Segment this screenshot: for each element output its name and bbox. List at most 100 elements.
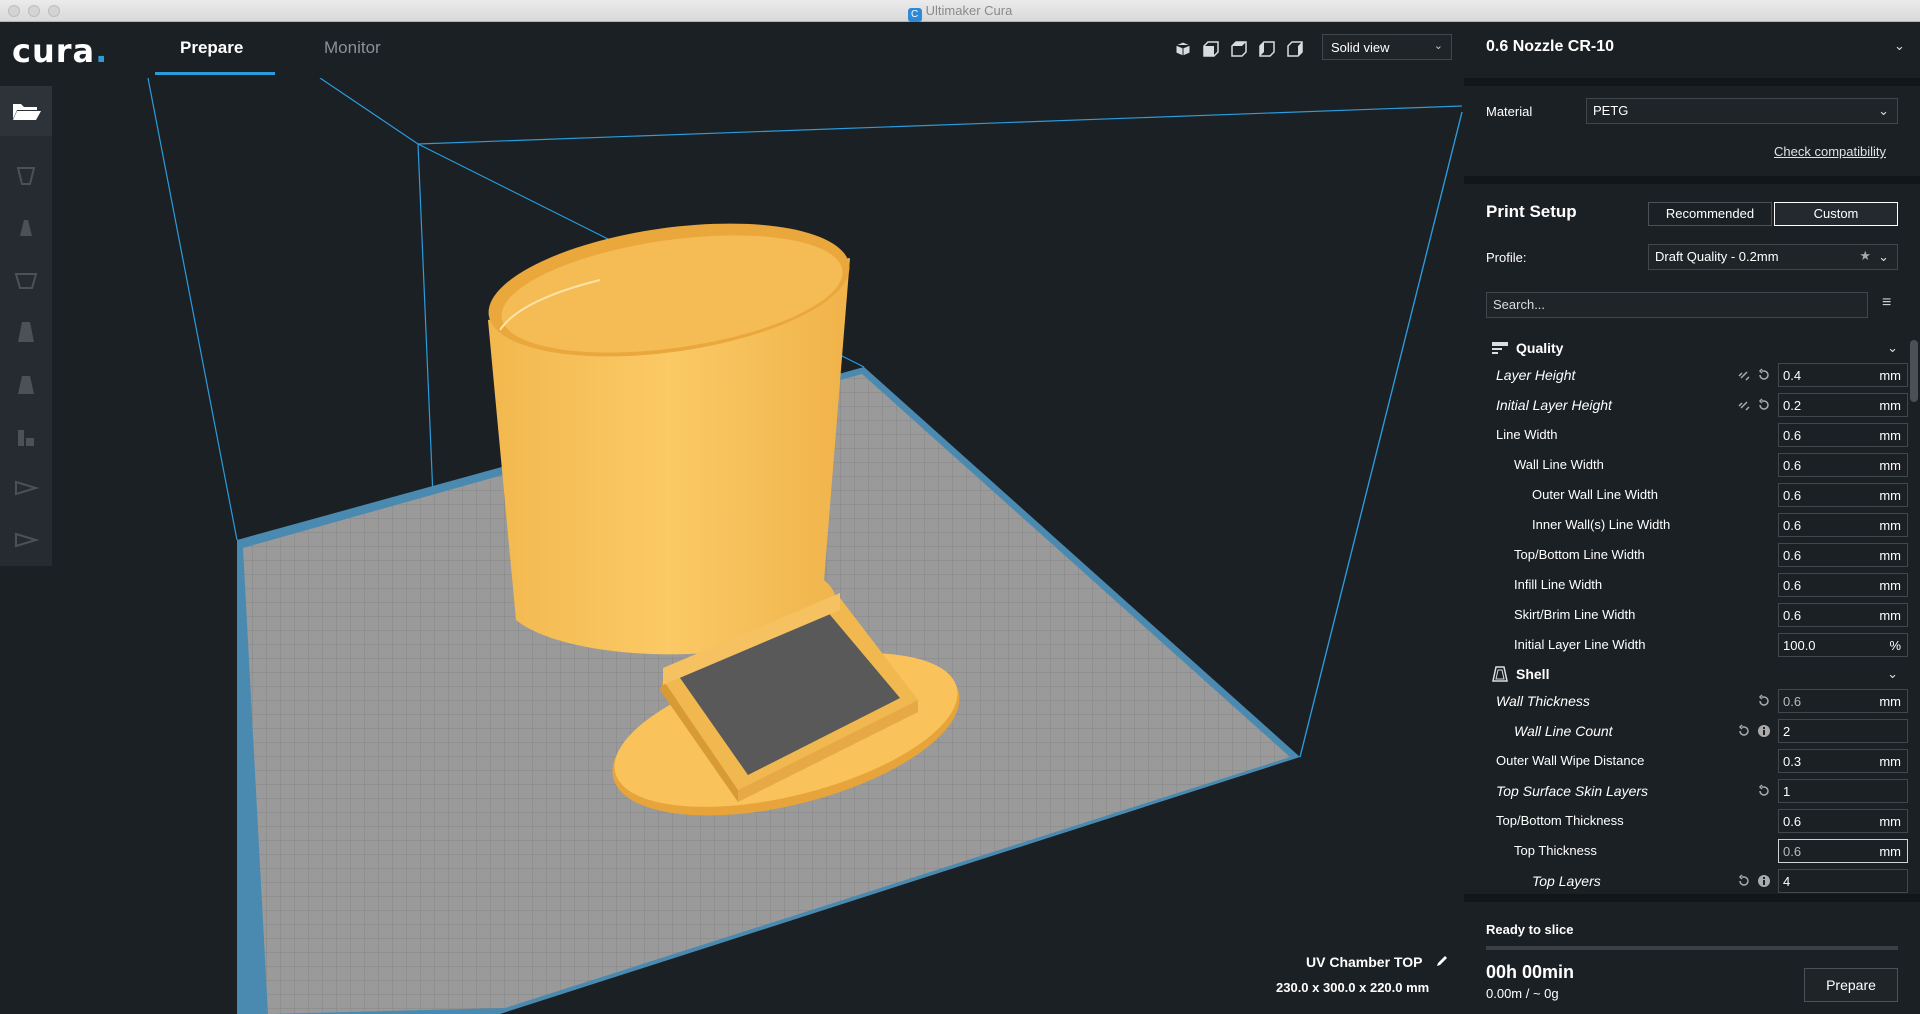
setting-value-input[interactable]: 4: [1778, 869, 1908, 893]
setting-row[interactable]: Layer Height 0.4 mm: [1478, 360, 1918, 390]
3d-viewport[interactable]: UV Chamber TOP 230.0 x 300.0 x 220.0 mm: [52, 77, 1464, 1014]
reset-icon[interactable]: [1756, 693, 1772, 709]
left-view-icon[interactable]: [1258, 40, 1276, 58]
reset-icon[interactable]: [1756, 783, 1772, 799]
shell-icon: [1492, 666, 1508, 682]
setting-value-input[interactable]: 2: [1778, 719, 1908, 743]
reset-icon[interactable]: [1756, 367, 1772, 383]
model-cylinder[interactable]: [480, 203, 858, 655]
prepare-slice-button[interactable]: Prepare: [1804, 968, 1898, 1002]
profile-dropdown[interactable]: Draft Quality - 0.2mm ★ ⌄: [1648, 244, 1898, 270]
model-name-label: UV Chamber TOP: [1306, 954, 1423, 970]
build-volume-scene[interactable]: [52, 77, 1464, 1014]
link-icon[interactable]: [1736, 367, 1752, 383]
play-icon[interactable]: [10, 524, 42, 556]
cura-logo: cura.: [12, 32, 109, 70]
chevron-down-icon: ⌄: [1887, 340, 1898, 355]
panel-divider: [1464, 894, 1920, 902]
star-icon[interactable]: ★: [1859, 248, 1871, 264]
reset-icon[interactable]: [1736, 723, 1752, 739]
setting-row[interactable]: Inner Wall(s) Line Width 0.6 mm: [1478, 510, 1918, 540]
setting-value-input[interactable]: 0.6 mm: [1778, 423, 1908, 447]
folder-open-icon: [13, 104, 41, 120]
setting-value-input[interactable]: 0.2 mm: [1778, 393, 1908, 417]
setting-row[interactable]: Wall Thickness 0.6 mm: [1478, 686, 1918, 716]
open-file-button[interactable]: [0, 86, 52, 136]
scale-tool-icon[interactable]: [10, 212, 42, 244]
top-view-icon[interactable]: [1230, 40, 1248, 58]
setting-value-input[interactable]: 0.6 mm: [1778, 689, 1908, 713]
printer-selector[interactable]: 0.6 Nozzle CR-10: [1486, 38, 1614, 56]
print-setup-title: Print Setup: [1486, 202, 1577, 221]
per-model-settings-icon[interactable]: [10, 368, 42, 400]
chevron-down-icon[interactable]: ⌄: [1894, 38, 1905, 54]
setting-row[interactable]: Initial Layer Height 0.2 mm: [1478, 390, 1918, 420]
quality-icon: [1492, 342, 1508, 354]
mirror-tool-icon[interactable]: [10, 316, 42, 348]
setting-value-input[interactable]: 0.6 mm: [1778, 603, 1908, 627]
recommended-mode-button[interactable]: Recommended: [1648, 202, 1772, 226]
setting-row[interactable]: Outer Wall Line Width 0.6 mm: [1478, 480, 1918, 510]
support-blocker-icon[interactable]: [10, 420, 42, 452]
setting-value-input[interactable]: 0.6 mm: [1778, 483, 1908, 507]
menu-icon[interactable]: ≡: [1882, 294, 1891, 312]
setting-value-input[interactable]: 0.6 mm: [1778, 573, 1908, 597]
setting-row[interactable]: Top Surface Skin Layers 1: [1478, 776, 1918, 806]
active-tab-indicator: [155, 72, 275, 75]
right-view-icon[interactable]: [1286, 40, 1304, 58]
view-mode-dropdown[interactable]: Solid view ⌄: [1322, 34, 1452, 60]
model-dimensions: 230.0 x 300.0 x 220.0 mm: [1276, 980, 1430, 995]
setting-row[interactable]: Top/Bottom Line Width 0.6 mm: [1478, 540, 1918, 570]
setting-row[interactable]: Line Width 0.6 mm: [1478, 420, 1918, 450]
setting-value-input[interactable]: 0.4 mm: [1778, 363, 1908, 387]
move-tool-icon[interactable]: [10, 160, 42, 192]
setting-row[interactable]: Top/Bottom Thickness 0.6 mm: [1478, 806, 1918, 836]
setting-value-input[interactable]: 0.6 mm: [1778, 809, 1908, 833]
category-shell[interactable]: Shell ⌄: [1478, 660, 1918, 688]
settings-scrollbar[interactable]: [1910, 340, 1918, 402]
main-header: cura. Prepare Monitor Solid view ⌄: [0, 22, 1464, 78]
3d-view-icon[interactable]: [1174, 40, 1192, 58]
tab-monitor[interactable]: Monitor: [324, 38, 381, 58]
chevron-down-icon: ⌄: [1878, 103, 1889, 118]
custom-mode-button[interactable]: Custom: [1774, 202, 1898, 226]
slice-status-text: Ready to slice: [1486, 922, 1574, 937]
pencil-icon[interactable]: [1434, 953, 1450, 969]
setting-value-input[interactable]: 1: [1778, 779, 1908, 803]
rotate-tool-icon[interactable]: [10, 264, 42, 296]
setting-value-input[interactable]: 0.6 mm: [1778, 839, 1908, 863]
chevron-down-icon: ⌄: [1887, 666, 1898, 681]
check-compatibility-link[interactable]: Check compatibility: [1774, 144, 1886, 159]
setting-row[interactable]: Wall Line Width 0.6 mm: [1478, 450, 1918, 480]
setting-value-input[interactable]: 0.6 mm: [1778, 513, 1908, 537]
setting-value-input[interactable]: 100.0%: [1778, 633, 1908, 657]
reset-icon[interactable]: [1736, 873, 1752, 889]
slice-progress-bar: [1486, 946, 1898, 950]
link-icon[interactable]: [1736, 397, 1752, 413]
setting-row[interactable]: Top Thickness 0.6 mm: [1478, 836, 1918, 866]
info-icon[interactable]: [1756, 723, 1772, 739]
setting-row[interactable]: Initial Layer Line Width 100.0%: [1478, 630, 1918, 660]
settings-list[interactable]: Quality ⌄ Layer Height 0.4 mm Initial Lay…: [1478, 334, 1918, 922]
setting-row[interactable]: Infill Line Width 0.6 mm: [1478, 570, 1918, 600]
reset-icon[interactable]: [1756, 397, 1772, 413]
tab-prepare[interactable]: Prepare: [180, 38, 243, 58]
setting-row[interactable]: Outer Wall Wipe Distance 0.3 mm: [1478, 746, 1918, 776]
settings-panel: 0.6 Nozzle CR-10 ⌄ Material PETG ⌄ Check …: [1464, 22, 1920, 1014]
slice-status-box: Ready to slice 00h 00min 0.00m / ~ 0g Pr…: [1464, 902, 1920, 1014]
setting-value-input[interactable]: 0.6 mm: [1778, 453, 1908, 477]
cura-app-icon: C: [907, 8, 922, 22]
setting-value-input[interactable]: 0.6 mm: [1778, 543, 1908, 567]
setting-value-input[interactable]: 0.3 mm: [1778, 749, 1908, 773]
material-dropdown[interactable]: PETG ⌄: [1586, 98, 1898, 124]
setting-row[interactable]: Skirt/Brim Line Width 0.6 mm: [1478, 600, 1918, 630]
front-view-icon[interactable]: [1202, 40, 1220, 58]
material-estimate: 0.00m / ~ 0g: [1486, 986, 1559, 1001]
setting-row[interactable]: Wall Line Count 2: [1478, 716, 1918, 746]
material-label: Material: [1486, 104, 1533, 119]
layer-view-icon[interactable]: [10, 472, 42, 504]
settings-search-input[interactable]: Search...: [1486, 292, 1868, 318]
info-icon[interactable]: [1756, 873, 1772, 889]
setting-row[interactable]: Top Layers 4: [1478, 866, 1918, 896]
category-quality[interactable]: Quality ⌄: [1478, 334, 1918, 362]
